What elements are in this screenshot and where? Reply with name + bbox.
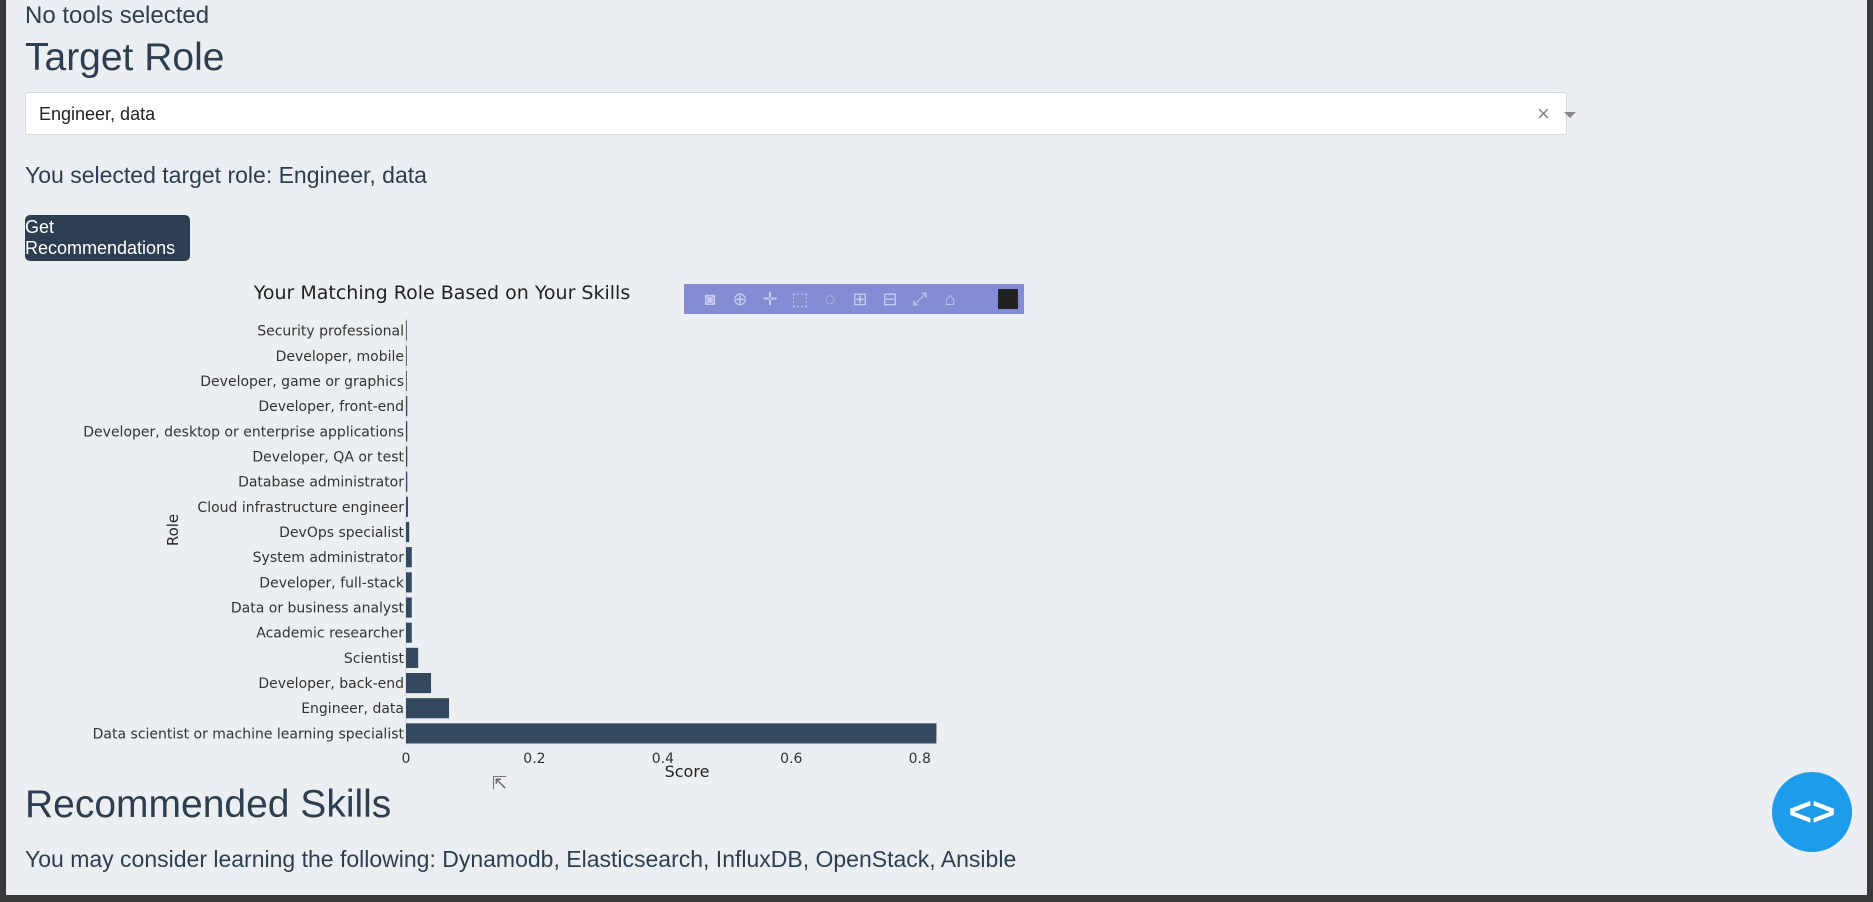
bar[interactable] <box>406 521 410 543</box>
clear-icon[interactable]: × <box>1537 101 1550 127</box>
code-toggle-button[interactable]: < > <box>1772 772 1852 852</box>
dropdown-selected-value: Engineer, data <box>39 104 156 124</box>
bar[interactable] <box>406 672 432 694</box>
y-tick-label: Developer, mobile <box>276 349 404 365</box>
bar[interactable] <box>406 622 412 643</box>
mouse-cursor-icon: ⇱ <box>492 773 508 793</box>
zoom-in-icon[interactable]: ⊞ <box>850 289 870 309</box>
lasso-icon[interactable]: ◌ <box>820 289 840 309</box>
chart-modebar: ◙ ⊕ ✛ ⬚ ◌ ⊞ ⊟ ⤢ ⌂ <box>684 284 1024 314</box>
y-tick-label: Data or business analyst <box>231 601 405 617</box>
bar[interactable] <box>406 345 407 366</box>
chevron-right-icon: > <box>1812 789 1836 834</box>
recommended-skills-text: You may consider learning the following:… <box>25 846 1017 872</box>
zoom-icon[interactable]: ⊕ <box>730 289 750 309</box>
bar[interactable] <box>406 597 412 618</box>
bar[interactable] <box>406 723 937 744</box>
x-tick-labels: 0 0.2 0.4 0.6 0.8 <box>402 751 931 767</box>
target-role-dropdown[interactable]: Engineer, data × <box>25 92 1576 135</box>
recommended-skills-heading: Recommended Skills <box>25 783 392 826</box>
bar[interactable] <box>406 320 407 341</box>
y-tick-label: DevOps specialist <box>279 525 404 541</box>
chart-title: Your Matching Role Based on Your Skills <box>253 282 630 304</box>
x-tick-label: 0.4 <box>652 751 674 767</box>
get-recommendations-button[interactable]: Get Recommendations <box>25 215 190 261</box>
y-tick-label: Developer, game or graphics <box>200 374 404 390</box>
y-tick-label: Data scientist or machine learning speci… <box>93 726 405 742</box>
bars-group <box>406 320 937 744</box>
app-container: No tools selected Target Role Engineer, … <box>6 0 1867 895</box>
bar[interactable] <box>406 572 412 593</box>
y-tick-label: Security professional <box>257 324 404 340</box>
y-axis-label: Role <box>164 514 182 546</box>
bar[interactable] <box>406 647 419 668</box>
x-tick-label: 0.6 <box>780 751 802 767</box>
target-role-heading: Target Role <box>25 36 225 79</box>
bar[interactable] <box>406 496 408 517</box>
camera-icon[interactable]: ◙ <box>700 289 720 309</box>
bar[interactable] <box>406 698 450 719</box>
y-tick-label: Developer, front-end <box>258 399 404 415</box>
y-tick-label: Developer, full-stack <box>259 575 405 591</box>
y-tick-label: Developer, desktop or enterprise applica… <box>83 424 404 440</box>
bar[interactable] <box>406 421 408 442</box>
pan-icon[interactable]: ✛ <box>760 289 780 309</box>
chevron-left-icon: < <box>1788 789 1812 834</box>
x-tick-label: 0 <box>402 751 411 767</box>
chevron-down-icon[interactable] <box>1564 112 1576 118</box>
bar[interactable] <box>406 547 412 568</box>
y-tick-label: Developer, QA or test <box>252 449 404 465</box>
bar[interactable] <box>406 370 407 392</box>
box-select-icon[interactable]: ⬚ <box>790 289 810 309</box>
plotly-logo-icon[interactable] <box>998 289 1018 309</box>
x-tick-label: 0.2 <box>523 751 545 767</box>
bar[interactable] <box>406 446 408 467</box>
role-match-chart: Your Matching Role Based on Your Skills … <box>83 282 937 781</box>
y-tick-label: Scientist <box>344 651 405 667</box>
reset-axes-icon[interactable]: ⌂ <box>940 289 960 309</box>
x-tick-label: 0.8 <box>909 751 931 767</box>
y-tick-label: Academic researcher <box>256 626 404 642</box>
bar[interactable] <box>406 471 408 492</box>
tools-status-text: No tools selected <box>25 2 210 29</box>
y-tick-label: Cloud infrastructure engineer <box>197 500 404 516</box>
zoom-out-icon[interactable]: ⊟ <box>880 289 900 309</box>
y-tick-labels: Security professional Developer, mobile De… <box>83 324 405 743</box>
selected-role-message: You selected target role: Engineer, data <box>25 162 427 188</box>
y-tick-label: Database administrator <box>238 475 404 491</box>
y-tick-label: Engineer, data <box>301 701 404 717</box>
y-tick-label: Developer, back-end <box>258 676 404 692</box>
autoscale-icon[interactable]: ⤢ <box>910 289 930 309</box>
bar[interactable] <box>406 396 408 417</box>
y-tick-label: System administrator <box>253 550 405 566</box>
